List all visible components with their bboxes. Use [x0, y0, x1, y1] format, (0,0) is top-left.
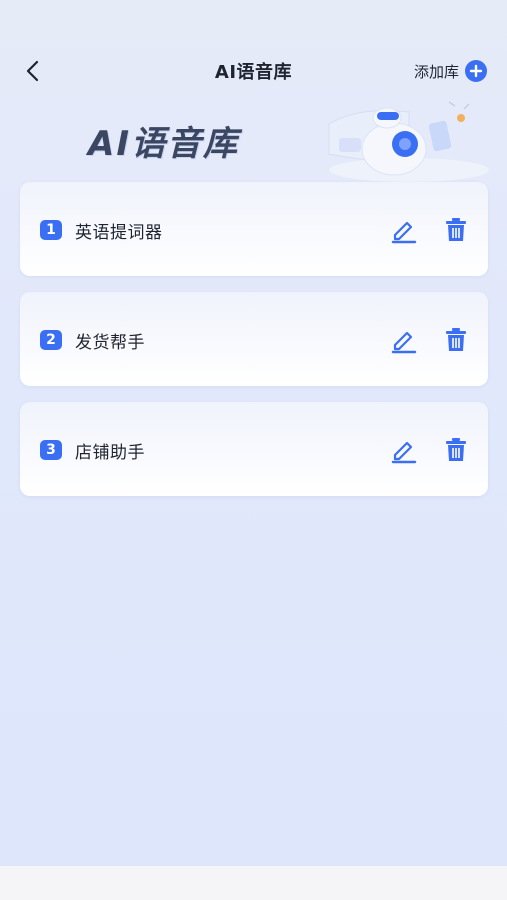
- trash-icon: [446, 218, 466, 241]
- delete-button[interactable]: [442, 326, 470, 354]
- edit-button[interactable]: [390, 326, 418, 354]
- pencil-icon: [391, 221, 417, 244]
- delete-button[interactable]: [442, 216, 470, 244]
- index-badge: 3: [40, 440, 62, 460]
- add-library-button[interactable]: 添加库: [414, 59, 487, 83]
- banner-title: AI语音库: [88, 124, 239, 164]
- pencil-icon: [391, 441, 417, 464]
- library-card[interactable]: 1 英语提词器: [20, 182, 488, 276]
- bottom-bar: [0, 866, 507, 900]
- edit-button[interactable]: [390, 436, 418, 464]
- pencil-icon: [391, 331, 417, 354]
- index-badge: 1: [40, 220, 62, 240]
- app-screen: AI语音库 添加库 AI语音库 1 英语提词器 2 发货帮手 3 店铺助手: [0, 0, 507, 866]
- library-name: 发货帮手: [75, 333, 145, 353]
- index-badge: 2: [40, 330, 62, 350]
- trash-icon: [446, 438, 466, 461]
- plus-circle-icon: [465, 60, 487, 82]
- library-name: 英语提词器: [75, 223, 163, 243]
- edit-button[interactable]: [390, 216, 418, 244]
- robot-illustration: [328, 101, 489, 182]
- delete-button[interactable]: [442, 436, 470, 464]
- library-name: 店铺助手: [75, 443, 145, 463]
- library-list: 1 英语提词器 2 发货帮手 3 店铺助手: [20, 182, 488, 512]
- trash-icon: [446, 328, 466, 351]
- library-card[interactable]: 2 发货帮手: [20, 292, 488, 386]
- library-card[interactable]: 3 店铺助手: [20, 402, 488, 496]
- add-library-label: 添加库: [413, 62, 459, 81]
- navigation-bar: AI语音库 添加库: [0, 48, 507, 94]
- banner: AI语音库: [0, 94, 507, 184]
